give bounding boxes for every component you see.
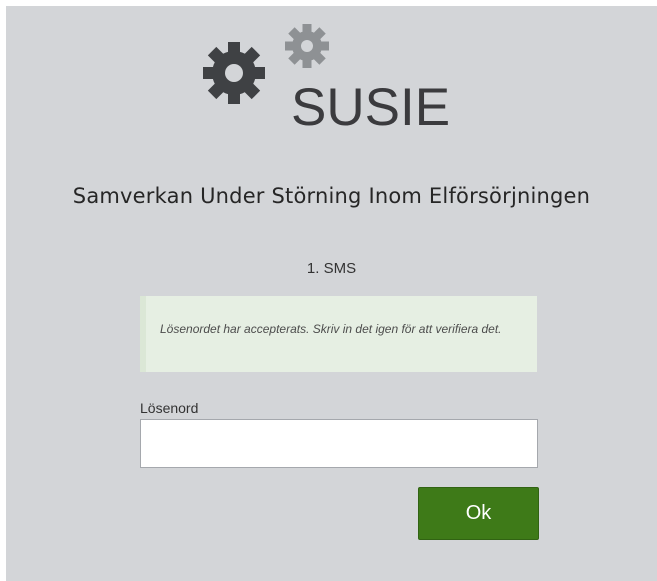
alert-message: Lösenordet har accepterats. Skriv in det… (160, 322, 502, 336)
ok-button[interactable]: Ok (418, 487, 539, 540)
success-alert: Lösenordet har accepterats. Skriv in det… (140, 296, 537, 372)
logo-text: SUSIE (291, 78, 451, 137)
step-label: 1. SMS (306, 260, 357, 277)
susie-logo: SUSIE (200, 10, 470, 150)
password-label: Lösenord (140, 400, 199, 416)
password-input[interactable] (140, 419, 538, 468)
page-title: Samverkan Under Störning Inom Elförsörjn… (72, 184, 591, 208)
login-panel: SUSIE Samverkan Under Störning Inom Elfö… (6, 6, 657, 581)
